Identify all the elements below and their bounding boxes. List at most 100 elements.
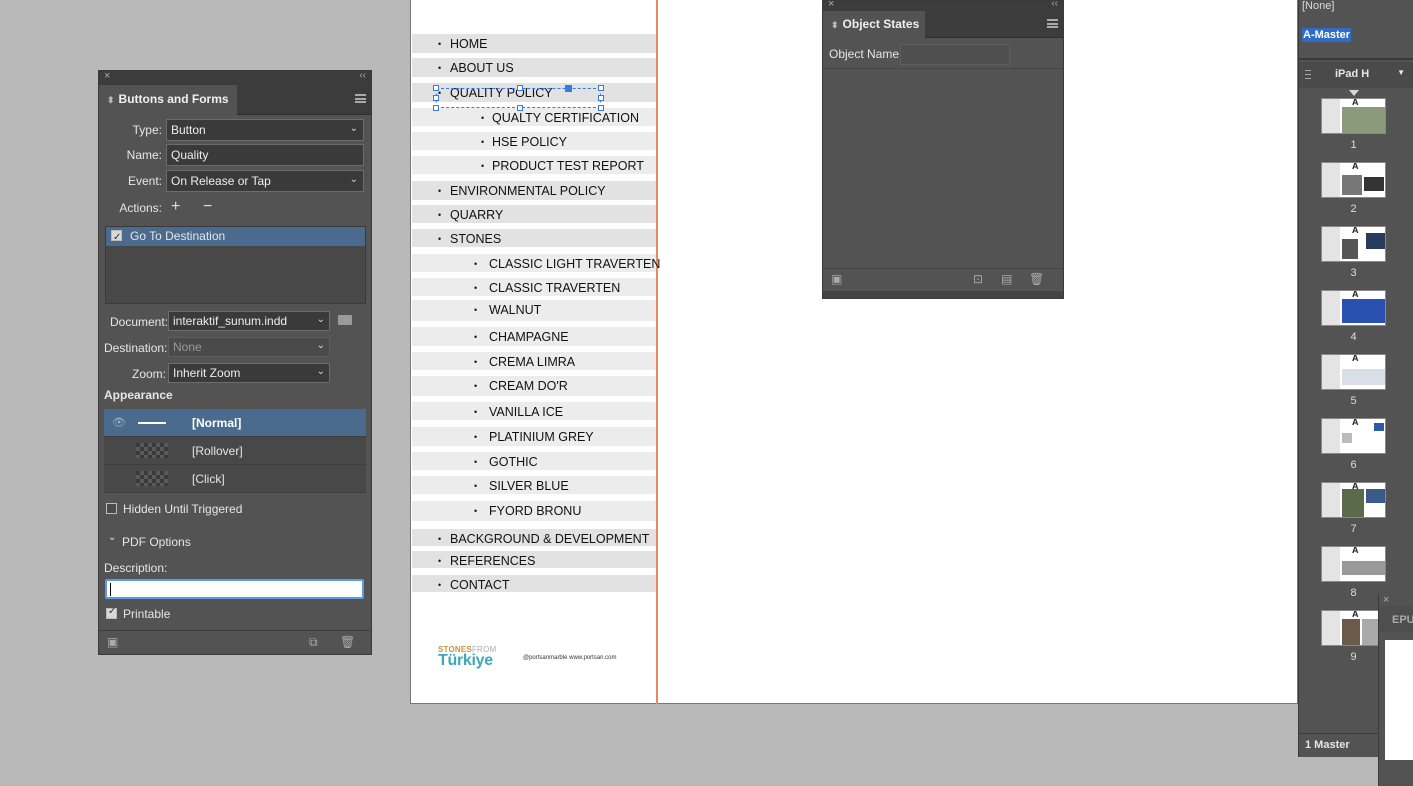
epub-preview <box>1385 640 1413 760</box>
panel-tabbar: ⬍ Buttons and Forms <box>99 85 371 115</box>
resize-handle[interactable] <box>598 95 604 101</box>
remove-action-icon[interactable]: − <box>203 198 212 216</box>
appearance-normal[interactable]: 👁 [Normal] <box>104 409 366 437</box>
pdf-options-label[interactable]: PDF Options <box>122 535 191 549</box>
tab-object-states[interactable]: ⬍ Object States <box>823 11 925 38</box>
page-thumbnail[interactable]: A <box>1321 290 1386 326</box>
grip-icon[interactable] <box>1305 70 1311 79</box>
page-thumbnail[interactable]: A <box>1321 162 1386 198</box>
menu-item[interactable]: • QUARRY <box>412 205 656 226</box>
resize-grip[interactable] <box>823 291 1063 298</box>
bullet-icon: • <box>481 161 485 171</box>
type-dropdown[interactable]: Button ⌄ <box>166 119 364 141</box>
menu-item[interactable]: • CLASSIC TRAVERTEN <box>412 278 656 299</box>
menu-item[interactable]: • FYORD BRONU <box>412 501 656 524</box>
menu-item[interactable]: • CLASSIC LIGHT TRAVERTEN <box>412 254 660 275</box>
chevron-down-icon[interactable]: ⌄ <box>108 532 116 543</box>
collapse-icon[interactable]: ‹‹ <box>1051 0 1058 9</box>
zoom-label: Zoom: <box>132 367 167 381</box>
buttons-and-forms-panel: × ‹‹ ⬍ Buttons and Forms Type: Button ⌄ Na… <box>98 70 372 655</box>
panel-menu-icon[interactable] <box>1047 19 1058 28</box>
close-icon[interactable]: × <box>1383 594 1389 606</box>
name-input[interactable]: Quality <box>166 144 364 166</box>
menu-item[interactable]: • WALNUT <box>412 300 656 324</box>
menu-item[interactable]: • ENVIRONMENTAL POLICY <box>412 181 656 203</box>
thumbnail-image <box>1342 489 1364 517</box>
description-input[interactable] <box>105 579 364 599</box>
preview-icon[interactable]: ▣ <box>831 272 842 286</box>
hidden-until-triggered-checkbox[interactable] <box>106 503 117 514</box>
menu-item[interactable]: • STONES <box>412 229 656 250</box>
menu-item[interactable]: • QUALTY CERTIFICATION <box>412 108 656 129</box>
chevron-down-icon[interactable]: ▼ <box>1397 68 1405 77</box>
collapse-icon[interactable]: ‹‹ <box>359 70 366 81</box>
menu-item[interactable]: • HOME <box>412 34 656 56</box>
tab-epub[interactable]: EPU <box>1379 606 1413 632</box>
folder-icon[interactable] <box>338 315 352 325</box>
menu-item[interactable]: • CREMA LIMRA <box>412 352 656 373</box>
page-thumbnail[interactable]: A <box>1321 482 1386 518</box>
bullet-icon: • <box>438 210 442 220</box>
resize-handle[interactable] <box>565 85 572 92</box>
zoom-dropdown[interactable]: Inherit Zoom ⌄ <box>168 363 330 383</box>
thumbnail-image <box>1342 561 1385 575</box>
appearance-click[interactable]: [Click] <box>104 465 366 493</box>
event-dropdown[interactable]: On Release or Tap ⌄ <box>166 170 364 192</box>
menu-item[interactable]: • BACKGROUND & DEVELOPMENT <box>412 529 656 549</box>
page-thumbnail[interactable]: A <box>1321 418 1386 454</box>
menu-item[interactable]: • PLATINIUM GREY <box>412 427 656 449</box>
page-thumbnail[interactable]: A <box>1321 226 1386 262</box>
add-action-icon[interactable]: + <box>171 198 180 216</box>
resize-handle[interactable] <box>598 85 604 91</box>
resize-handle[interactable] <box>517 105 523 111</box>
resize-handle[interactable] <box>517 85 523 91</box>
menu-item[interactable]: • REFERENCES <box>412 551 656 571</box>
printable-checkbox[interactable] <box>106 606 117 619</box>
trash-icon[interactable]: 🗑 <box>340 635 355 649</box>
resize-handle[interactable] <box>598 105 604 111</box>
document-dropdown[interactable]: interaktif_sunum.indd ⌄ <box>168 311 330 331</box>
menu-item[interactable]: • PRODUCT TEST REPORT <box>412 156 656 177</box>
trash-icon[interactable]: 🗑 <box>1029 272 1044 286</box>
page-thumbnail[interactable]: A <box>1321 546 1386 582</box>
page-thumbnail[interactable]: A <box>1321 98 1386 134</box>
none-master[interactable]: [None] <box>1302 0 1334 12</box>
resize-handle[interactable] <box>433 105 439 111</box>
convert-to-state-icon[interactable]: ⊡ <box>973 272 983 286</box>
actions-list: Go To Destination <box>105 226 366 304</box>
device-preset-header[interactable]: iPad H ▼ <box>1299 62 1413 88</box>
eye-icon[interactable]: 👁 <box>112 416 126 429</box>
close-icon[interactable]: × <box>104 70 110 82</box>
close-icon[interactable]: × <box>828 0 834 10</box>
menu-item[interactable]: • ABOUT US <box>412 58 656 80</box>
object-name-label: Object Name: <box>829 47 903 61</box>
action-item[interactable]: Go To Destination <box>106 227 365 247</box>
new-state-icon[interactable]: ▤ <box>1001 272 1012 286</box>
name-value: Quality <box>171 148 209 162</box>
menu-item-label: ENVIRONMENTAL POLICY <box>450 184 606 198</box>
button-selection-frame[interactable] <box>433 85 604 111</box>
bullet-icon: • <box>474 283 478 293</box>
resize-handle[interactable] <box>433 95 439 101</box>
convert-object-icon[interactable]: ⧉ <box>309 635 318 650</box>
page-thumbnail[interactable]: A <box>1321 610 1386 646</box>
menu-item[interactable]: • HSE POLICY <box>412 132 656 153</box>
object-name-input[interactable] <box>900 44 1010 65</box>
panel-menu-icon[interactable] <box>355 94 366 103</box>
appearance-rollover[interactable]: [Rollover] <box>104 437 366 465</box>
resize-handle[interactable] <box>433 85 439 91</box>
menu-item[interactable]: • SILVER BLUE <box>412 476 656 497</box>
menu-item[interactable]: • GOTHIC <box>412 452 656 473</box>
preview-icon[interactable]: ▣ <box>107 635 118 649</box>
divider <box>823 68 1063 69</box>
menu-item[interactable]: • VANILLA ICE <box>412 402 656 423</box>
menu-item[interactable]: • CONTACT <box>412 575 656 595</box>
menu-item[interactable]: • CHAMPAGNE <box>412 327 656 349</box>
action-checkbox[interactable] <box>111 228 122 247</box>
page-thumbnail[interactable]: A <box>1321 354 1386 390</box>
menu-item[interactable]: • CREAM DO'R <box>412 376 656 399</box>
a-master[interactable]: A-Master <box>1302 28 1352 42</box>
thumbnail-image <box>1374 423 1384 431</box>
destination-dropdown[interactable]: None ⌄ <box>168 337 330 357</box>
tab-buttons-and-forms[interactable]: ⬍ Buttons and Forms <box>99 85 237 115</box>
